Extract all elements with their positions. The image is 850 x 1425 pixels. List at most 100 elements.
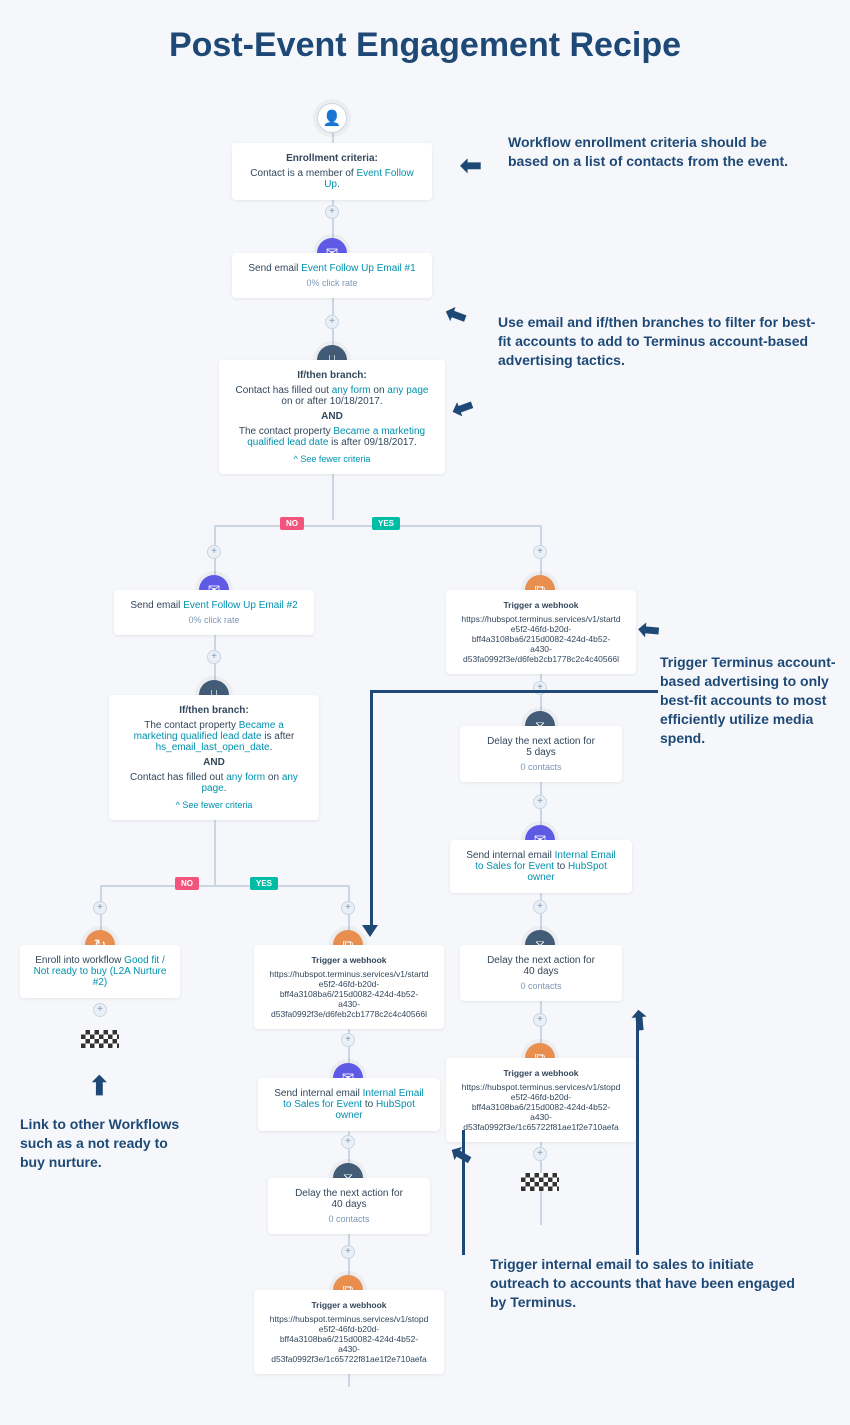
arrow-icon: ➡ — [440, 297, 471, 334]
card-header: Trigger a webhook — [458, 600, 624, 610]
enroll-workflow-card[interactable]: Enroll into workflow Good fit / Not read… — [20, 945, 180, 998]
wh-line: a430- — [266, 1344, 432, 1354]
add-step-button[interactable]: + — [207, 650, 221, 664]
page-title: Post-Event Engagement Recipe — [0, 0, 850, 85]
ann-line — [370, 690, 658, 693]
delay-card[interactable]: Delay the next action for 40 days 0 cont… — [460, 945, 622, 1001]
add-step-button[interactable]: + — [533, 795, 547, 809]
criteria: Contact has filled out any form on any p… — [121, 772, 307, 794]
add-step-button[interactable]: + — [533, 1147, 547, 1161]
arrow-icon: ➡ — [444, 1137, 478, 1175]
annotation: Trigger internal email to sales to initi… — [490, 1255, 810, 1312]
webhook-card[interactable]: Trigger a webhook https://hubspot.termin… — [446, 590, 636, 674]
webhook-card[interactable]: Trigger a webhook https://hubspot.termin… — [446, 1058, 636, 1142]
card-text: Send internal email Internal Email to Sa… — [270, 1088, 428, 1121]
connector — [100, 885, 348, 887]
webhook-card[interactable]: Trigger a webhook https://hubspot.termin… — [254, 945, 444, 1029]
criteria: The contact property Became a marketing … — [121, 720, 307, 753]
and-label: AND — [231, 411, 433, 422]
add-step-button[interactable]: + — [93, 1003, 107, 1017]
add-step-button[interactable]: + — [325, 315, 339, 329]
wh-line: a430- — [458, 1112, 624, 1122]
wh-line: https://hubspot.terminus.services/v1/sto… — [266, 1314, 432, 1324]
wh-line: bff4a3108ba6/215d0082-424d-4b52- — [266, 989, 432, 999]
yes-badge: YES — [372, 517, 400, 530]
card-text: Enroll into workflow Good fit / Not read… — [32, 955, 168, 988]
card-text: Send internal email Internal Email to Sa… — [462, 850, 620, 883]
wh-line: bff4a3108ba6/215d0082-424d-4b52- — [266, 1334, 432, 1344]
and-label: AND — [121, 757, 307, 768]
add-step-button[interactable]: + — [207, 545, 221, 559]
delay-card[interactable]: Delay the next action for 40 days 0 cont… — [268, 1178, 430, 1234]
wh-line: d53fa0992f3e/1c65722f81ae1f2e710aefa — [266, 1354, 432, 1364]
end-marker — [81, 1030, 119, 1048]
wh-line: e5f2-46fd-b20d- — [266, 1324, 432, 1334]
delay-text: Delay the next action for — [472, 955, 610, 966]
wh-line: e5f2-46fd-b20d- — [458, 624, 624, 634]
click-rate: 0% click rate — [126, 615, 302, 625]
annotation: Use email and if/then branches to filter… — [498, 313, 818, 370]
wh-line: d53fa0992f3e/1c65722f81ae1f2e710aefa — [458, 1122, 624, 1132]
delay-days: 40 days — [280, 1199, 418, 1210]
branch-card[interactable]: If/then branch: The contact property Bec… — [109, 695, 319, 820]
card-text: Contact is a member of Event Follow Up. — [244, 168, 420, 190]
add-step-button[interactable]: + — [325, 205, 339, 219]
add-step-button[interactable]: + — [341, 1135, 355, 1149]
arrow-icon: ➡ — [447, 390, 478, 427]
wh-line: https://hubspot.terminus.services/v1/sta… — [266, 969, 432, 979]
ann-line — [370, 690, 373, 930]
wh-line: https://hubspot.terminus.services/v1/sto… — [458, 1082, 624, 1092]
annotation: Link to other Workflows such as a not re… — [20, 1115, 190, 1172]
internal-email-card[interactable]: Send internal email Internal Email to Sa… — [450, 840, 632, 893]
add-step-button[interactable]: + — [341, 901, 355, 915]
see-fewer-link[interactable]: ^ See fewer criteria — [231, 454, 433, 464]
send-email-card[interactable]: Send email Event Follow Up Email #1 0% c… — [232, 253, 432, 298]
contacts-count: 0 contacts — [280, 1214, 418, 1224]
see-fewer-link[interactable]: ^ See fewer criteria — [121, 800, 307, 810]
wh-line: bff4a3108ba6/215d0082-424d-4b52- — [458, 1102, 624, 1112]
wh-line: https://hubspot.terminus.services/v1/sta… — [458, 614, 624, 624]
add-step-button[interactable]: + — [533, 900, 547, 914]
enrollment-card[interactable]: Enrollment criteria: Contact is a member… — [232, 143, 432, 200]
criteria: The contact property Became a marketing … — [231, 426, 433, 448]
wh-line: e5f2-46fd-b20d- — [458, 1092, 624, 1102]
send-email-card[interactable]: Send email Event Follow Up Email #2 0% c… — [114, 590, 314, 635]
add-step-button[interactable]: + — [533, 1013, 547, 1027]
annotation: Workflow enrollment criteria should be b… — [508, 133, 808, 171]
card-header: If/then branch: — [121, 705, 307, 716]
delay-text: Delay the next action for — [472, 736, 610, 747]
delay-text: Delay the next action for — [280, 1188, 418, 1199]
wh-line: d53fa0992f3e/d6feb2cb1778c2c4c40566l — [266, 1009, 432, 1019]
criteria: Contact has filled out any form on any p… — [231, 385, 433, 407]
click-rate: 0% click rate — [244, 278, 420, 288]
ann-line — [462, 1130, 465, 1255]
no-badge: NO — [280, 517, 304, 530]
card-header: Trigger a webhook — [266, 1300, 432, 1310]
card-header: If/then branch: — [231, 370, 433, 381]
internal-email-card[interactable]: Send internal email Internal Email to Sa… — [258, 1078, 440, 1131]
delay-days: 5 days — [472, 747, 610, 758]
annotation: Trigger Terminus account-based advertisi… — [660, 653, 840, 747]
yes-badge: YES — [250, 877, 278, 890]
card-text: Send email Event Follow Up Email #2 — [126, 600, 302, 611]
wh-line: e5f2-46fd-b20d- — [266, 979, 432, 989]
arrow-icon: ➡ — [637, 614, 661, 647]
add-step-button[interactable]: + — [341, 1033, 355, 1047]
contacts-count: 0 contacts — [472, 762, 610, 772]
user-icon: 👤 — [317, 103, 347, 133]
workflow-canvas: 👤 Enrollment criteria: Contact is a memb… — [0, 85, 850, 1425]
add-step-button[interactable]: + — [533, 545, 547, 559]
wh-line: a430- — [458, 644, 624, 654]
ann-line — [636, 1020, 639, 1255]
branch-card[interactable]: If/then branch: Contact has filled out a… — [219, 360, 445, 474]
card-header: Trigger a webhook — [266, 955, 432, 965]
wh-line: a430- — [266, 999, 432, 1009]
add-step-button[interactable]: + — [341, 1245, 355, 1259]
add-step-button[interactable]: + — [93, 901, 107, 915]
webhook-card[interactable]: Trigger a webhook https://hubspot.termin… — [254, 1290, 444, 1374]
delay-card[interactable]: Delay the next action for 5 days 0 conta… — [460, 726, 622, 782]
arrow-icon: ➡ — [460, 150, 482, 181]
no-badge: NO — [175, 877, 199, 890]
wh-line: d53fa0992f3e/d6feb2cb1778c2c4c40566l — [458, 654, 624, 664]
card-text: Send email Event Follow Up Email #1 — [244, 263, 420, 274]
